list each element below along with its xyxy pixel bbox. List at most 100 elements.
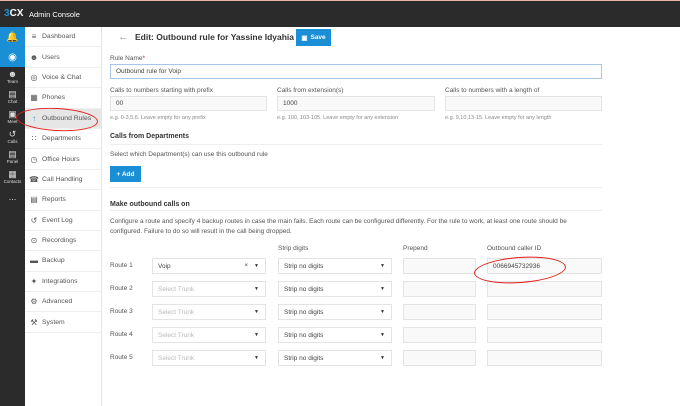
add-department-button[interactable]: + Add [110,166,141,182]
sidebar-item-integrations[interactable]: ✦ Integrations [25,272,101,293]
trunk-select[interactable]: Voip × ▼ [152,258,266,274]
sidebar-item-recordings[interactable]: ⊙ Recordings [25,231,101,252]
sidebar-item-label: Call Handling [42,175,83,183]
rail-contacts[interactable]: ▦ Contacts [0,167,25,187]
trunk-select[interactable]: Select Trunk ▼ [152,350,266,366]
prepend-header: Prepend [403,245,428,252]
reports-icon: ▤ [30,195,38,205]
bell-icon[interactable]: 🔔 [0,27,25,47]
sidebar-item-label: Dashboard [42,33,76,41]
phone-grid-icon: ▦ [30,93,38,103]
sidebar: ≡ Dashboard ☻ Users ◎ Voice & Chat ▦ Phones ↑ Out… [25,27,102,406]
length-help: e.g. 9,10,13-15. Leave empty for any len… [445,115,552,121]
trunk-select[interactable]: Select Trunk ▼ [152,304,266,320]
caret-down-icon: ▼ [254,309,259,315]
sidebar-item-departments[interactable]: ∷ Departments [25,129,101,150]
prepend-input[interactable] [403,304,476,320]
sidebar-item-system[interactable]: ⚒ System [25,312,101,333]
clock-icon: ◷ [30,154,38,164]
chat-icon: ▤ [8,88,17,99]
route-label: Route 5 [110,354,133,361]
departments-heading: Calls from Departments [110,133,189,140]
rail-panel[interactable]: ▤ Panel [0,147,25,167]
globe-icon: ◎ [30,72,38,82]
sidebar-item-label: Departments [42,135,81,143]
strip-digits-select[interactable]: Strip no digits ▼ [278,258,392,274]
sidebar-item-dashboard[interactable]: ≡ Dashboard [25,27,101,48]
save-icon: ▣ [301,34,308,42]
strip-digits-select[interactable]: Strip no digits ▼ [278,304,392,320]
dashboard-icon: ≡ [31,32,37,42]
prepend-input[interactable] [403,281,476,297]
trunk-select[interactable]: Select Trunk ▼ [152,327,266,343]
departments-text: Select which Department(s) can use this … [110,151,268,158]
route-label: Route 4 [110,331,133,338]
logo[interactable]: 3CX [4,8,23,19]
clear-icon[interactable]: × [244,263,248,269]
sidebar-item-label: System [42,318,65,326]
panel-icon: ▤ [8,148,17,159]
sidebar-item-call-handling[interactable]: ☎ Call Handling [25,170,101,191]
sidebar-item-users[interactable]: ☻ Users [25,47,101,68]
sidebar-item-event-log[interactable]: ↺ Event Log [25,211,101,231]
rule-name-input[interactable]: Outbound rule for Voip [110,64,602,79]
route-label: Route 2 [110,285,133,292]
more-icon[interactable]: ... [0,187,25,207]
prefix-input[interactable]: 00 [110,96,267,111]
caller-id-input[interactable] [487,281,602,297]
departments-icon: ∷ [31,134,37,144]
sidebar-item-backup[interactable]: ▬ Backup [25,251,101,272]
caret-down-icon: ▼ [380,309,385,315]
caret-down-icon: ▼ [254,332,259,338]
status-icon[interactable]: ◉ [0,47,25,67]
app-title: Admin Console [29,10,80,19]
sidebar-item-label: Event Log [42,216,73,224]
routes-text-1: Configure a route and specify 4 backup r… [110,218,567,225]
contacts-icon: ▦ [8,168,17,179]
rail-chat[interactable]: ▤ Chat [0,87,25,107]
route-label: Route 1 [110,262,133,269]
rule-name-label: Rule Name* [110,55,146,62]
prepend-input[interactable] [403,327,476,343]
back-arrow-icon[interactable]: ← [118,31,129,43]
strip-digits-select[interactable]: Strip no digits ▼ [278,350,392,366]
extension-input[interactable]: 1000 [277,96,435,111]
extension-label: Calls from extension(s) [277,87,344,94]
sidebar-item-label: Phones [42,94,66,102]
prefix-label: Calls to numbers starting with prefix [110,87,213,94]
sidebar-item-reports[interactable]: ▤ Reports [25,190,101,211]
route-label: Route 3 [110,308,133,315]
wrench-icon: ⚒ [30,317,38,327]
sidebar-item-phones[interactable]: ▦ Phones [25,88,101,109]
prepend-input[interactable] [403,350,476,366]
sidebar-item-voice-chat[interactable]: ◎ Voice & Chat [25,68,101,89]
cog-icon: ⚙ [30,297,38,307]
sidebar-item-label: Users [42,53,60,61]
main-content: ← Edit: Outbound rule for Yassine Idyahi… [102,27,680,406]
top-bar: 3CX Admin Console [0,0,680,27]
user-icon: ☻ [29,52,39,62]
rail-calls[interactable]: ↺ Calls [0,127,25,147]
caller-id-input[interactable] [487,350,602,366]
calls-icon: ↺ [8,128,17,139]
strip-digits-select[interactable]: Strip no digits ▼ [278,327,392,343]
caret-down-icon: ▼ [380,332,385,338]
page-title: Edit: Outbound rule for Yassine Idyahia [135,32,295,42]
backup-icon: ▬ [30,256,38,266]
length-label: Calls to numbers with a length of [445,87,540,94]
caller-id-input[interactable] [487,304,602,320]
save-button[interactable]: ▣ Save [296,29,331,46]
strip-digits-select[interactable]: Strip no digits ▼ [278,281,392,297]
trunk-select[interactable]: Select Trunk ▼ [152,281,266,297]
puzzle-icon: ✦ [30,276,38,286]
sidebar-item-office-hours[interactable]: ◷ Office Hours [25,149,101,170]
caret-down-icon: ▼ [380,286,385,292]
record-icon: ⊙ [30,236,38,246]
length-input[interactable] [445,96,602,111]
caller-id-input[interactable] [487,327,602,343]
rail-team[interactable]: ☻ Team [0,67,25,87]
caret-down-icon: ▼ [254,286,259,292]
prefix-help: e.g. 0-3,5,6. Leave empty for any prefix [110,115,206,121]
prepend-input[interactable] [403,258,476,274]
sidebar-item-advanced[interactable]: ⚙ Advanced [25,292,101,313]
